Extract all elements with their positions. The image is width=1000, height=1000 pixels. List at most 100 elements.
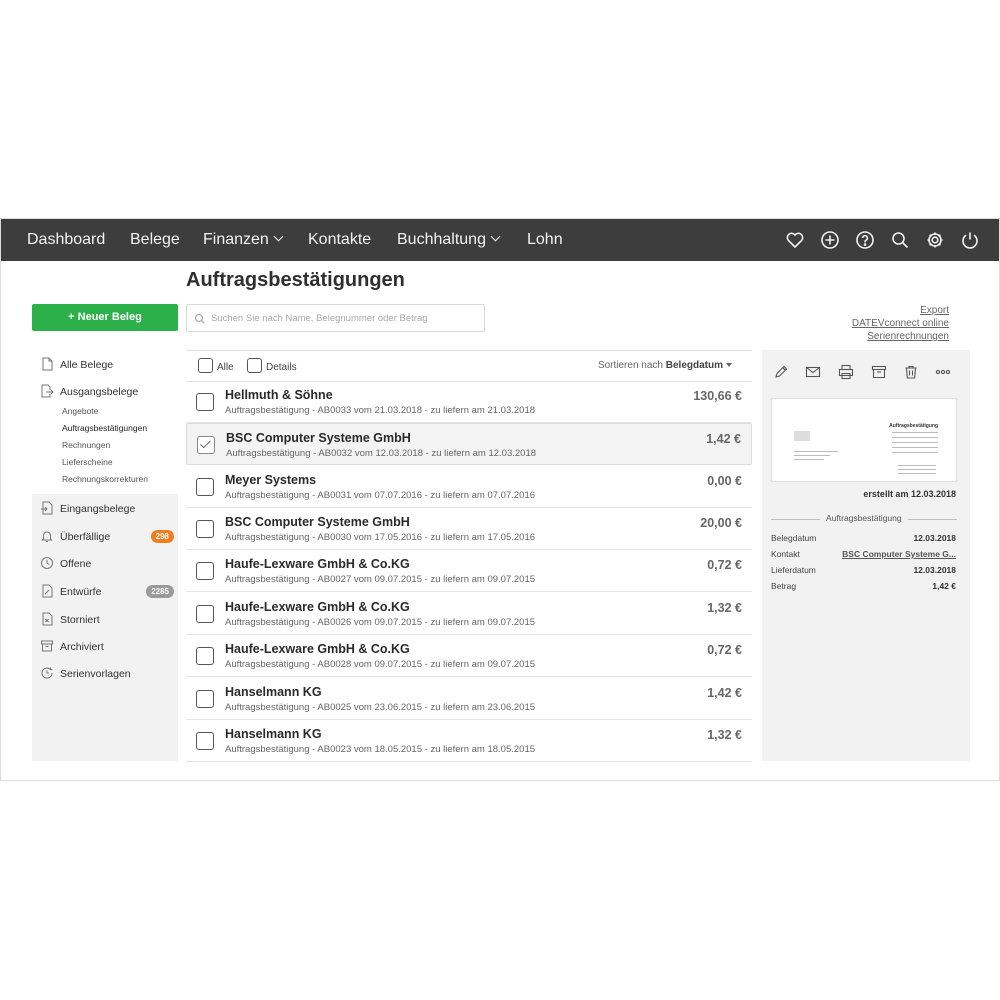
row-amount: 1,32 € bbox=[707, 601, 742, 615]
sidebar-item-alle-belege[interactable]: Alle Belege bbox=[32, 352, 178, 378]
table-row[interactable]: Haufe-Lexware GmbH & Co.KG Auftragsbestät… bbox=[186, 593, 752, 635]
preview-line bbox=[892, 447, 938, 448]
sidebar-item-archiviert[interactable]: Archiviert bbox=[32, 634, 178, 660]
sidebar-item-entwuerfe[interactable]: Entwürfe 2285 bbox=[32, 579, 178, 605]
row-contact-name: Haufe-Lexware GmbH & Co.KG bbox=[225, 557, 410, 571]
row-checkbox[interactable] bbox=[196, 690, 214, 708]
table-row[interactable]: Hanselmann KG Auftragsbestätigung - AB002… bbox=[186, 720, 752, 762]
power-icon[interactable] bbox=[960, 230, 980, 250]
table-row[interactable]: Haufe-Lexware GmbH & Co.KG Auftragsbestät… bbox=[186, 550, 752, 592]
sidebar-subitem-auftragsbestaetigungen[interactable]: Auftragsbestätigungen bbox=[62, 423, 147, 433]
created-date: erstellt am 12.03.2018 bbox=[863, 489, 956, 499]
pencil-icon[interactable] bbox=[773, 364, 789, 380]
row-amount: 1,42 € bbox=[707, 686, 742, 700]
row-checkbox[interactable] bbox=[196, 562, 214, 580]
sidebar-item-offene[interactable]: Offene bbox=[32, 551, 178, 577]
archive-icon bbox=[40, 639, 54, 653]
preview-line bbox=[794, 459, 824, 460]
row-contact-name: BSC Computer Systeme GmbH bbox=[225, 515, 410, 529]
details-checkbox[interactable] bbox=[247, 358, 262, 373]
sort-prefix: Sortieren nach bbox=[597, 360, 663, 371]
export-link[interactable]: Export bbox=[920, 305, 949, 316]
nav-dashboard[interactable]: Dashboard bbox=[27, 219, 105, 261]
document-preview-thumbnail[interactable]: Auftragsbestätigung bbox=[771, 398, 957, 482]
nav-buchhaltung[interactable]: Buchhaltung bbox=[397, 219, 501, 261]
sidebar-item-eingangsbelege[interactable]: Eingangsbelege bbox=[32, 496, 178, 522]
select-all-checkbox[interactable] bbox=[198, 358, 213, 373]
serienrechnungen-link[interactable]: Serienrechnungen bbox=[867, 331, 949, 342]
row-checkbox[interactable] bbox=[196, 647, 214, 665]
preview-line bbox=[892, 432, 938, 433]
table-row[interactable]: Haufe-Lexware GmbH & Co.KG Auftragsbestät… bbox=[186, 635, 752, 677]
select-all-label: Alle bbox=[217, 362, 234, 373]
preview-line bbox=[794, 451, 838, 452]
draft-icon bbox=[40, 584, 54, 598]
table-row[interactable]: Hellmuth & Söhne Auftragsbestätigung - AB… bbox=[186, 381, 752, 423]
sidebar-item-storniert[interactable]: Storniert bbox=[32, 607, 178, 633]
printer-icon[interactable] bbox=[838, 364, 854, 380]
nav-lohn[interactable]: Lohn bbox=[527, 219, 563, 261]
row-document-description: Auftragsbestätigung - AB0033 vom 21.03.2… bbox=[225, 405, 536, 416]
row-checkbox[interactable] bbox=[196, 393, 214, 411]
caret-down-icon bbox=[726, 363, 732, 367]
recurring-icon bbox=[40, 666, 54, 680]
search-input[interactable] bbox=[209, 308, 481, 328]
nav-kontakte[interactable]: Kontakte bbox=[308, 219, 371, 261]
table-row[interactable]: BSC Computer Systeme GmbH Auftragsbestäti… bbox=[186, 508, 752, 550]
sidebar-item-ueberfaellige[interactable]: Überfällige 298 bbox=[32, 524, 178, 550]
document-icon bbox=[40, 357, 54, 371]
outgoing-document-icon bbox=[40, 384, 54, 398]
plus-circle-icon[interactable] bbox=[820, 230, 840, 250]
mail-icon[interactable] bbox=[805, 364, 821, 380]
row-document-description: Auftragsbestätigung - AB0030 vom 17.05.2… bbox=[225, 532, 536, 543]
sort-dropdown[interactable]: Sortieren nach Belegdatum bbox=[598, 360, 732, 371]
sidebar-item-ausgangsbelege[interactable]: Ausgangsbelege bbox=[32, 379, 178, 405]
sidebar-subitem-rechnungen[interactable]: Rechnungen bbox=[62, 440, 110, 450]
row-contact-name: Haufe-Lexware GmbH & Co.KG bbox=[225, 642, 410, 656]
preview-line bbox=[892, 437, 938, 438]
row-checkbox[interactable] bbox=[196, 732, 214, 750]
meta-value-betrag: 1,42 € bbox=[932, 581, 956, 591]
page-title: Auftragsbestätigungen bbox=[186, 269, 405, 291]
archive-box-icon[interactable] bbox=[871, 364, 887, 380]
new-document-button[interactable]: + Neuer Beleg bbox=[32, 304, 178, 331]
nav-belege[interactable]: Belege bbox=[130, 219, 180, 261]
table-row[interactable]: Meyer Systems Auftragsbestätigung - AB003… bbox=[186, 466, 752, 508]
sidebar-subitem-lieferscheine[interactable]: Lieferscheine bbox=[62, 457, 113, 467]
row-checkbox[interactable] bbox=[196, 478, 214, 496]
meta-label-kontakt: Kontakt bbox=[771, 549, 800, 559]
row-document-description: Auftragsbestätigung - AB0031 vom 07.07.2… bbox=[225, 490, 536, 501]
trash-icon[interactable] bbox=[903, 364, 919, 380]
sidebar-subitem-rechnungskorrekturen[interactable]: Rechnungskorrekturen bbox=[62, 474, 148, 484]
row-checkbox[interactable] bbox=[197, 436, 215, 454]
chevron-down-icon bbox=[490, 231, 501, 242]
heart-icon[interactable] bbox=[785, 230, 805, 250]
preview-line bbox=[898, 473, 936, 474]
preview-line bbox=[794, 455, 830, 456]
sidebar-item-serienvorlagen[interactable]: Serienvorlagen bbox=[32, 661, 178, 687]
search-icon[interactable] bbox=[890, 230, 910, 250]
gear-icon[interactable] bbox=[925, 230, 945, 250]
sidebar: Alle Belege Ausgangsbelege Angebote Auft… bbox=[32, 350, 178, 761]
row-contact-name: Hellmuth & Söhne bbox=[225, 388, 333, 402]
help-icon[interactable] bbox=[855, 230, 875, 250]
row-checkbox[interactable] bbox=[196, 520, 214, 538]
row-document-description: Auftragsbestätigung - AB0027 vom 09.07.2… bbox=[225, 574, 536, 585]
more-icon[interactable] bbox=[935, 364, 951, 380]
row-document-description: Auftragsbestätigung - AB0026 vom 09.07.2… bbox=[225, 617, 536, 628]
nav-finanzen[interactable]: Finanzen bbox=[203, 219, 284, 261]
clock-icon bbox=[40, 556, 54, 570]
row-contact-name: Haufe-Lexware GmbH & Co.KG bbox=[225, 600, 410, 614]
preview-line bbox=[892, 452, 938, 453]
row-contact-name: Meyer Systems bbox=[225, 473, 317, 487]
preview-line bbox=[898, 469, 936, 470]
datev-connect-link[interactable]: DATEVconnect online bbox=[852, 318, 949, 329]
row-checkbox[interactable] bbox=[196, 605, 214, 623]
table-row[interactable]: Hanselmann KG Auftragsbestätigung - AB002… bbox=[186, 678, 752, 720]
overdue-count-badge: 298 bbox=[150, 530, 174, 543]
list-header: Alle Details Sortieren nach Belegdatum bbox=[186, 350, 752, 382]
table-row[interactable]: BSC Computer Systeme GmbH Auftragsbestäti… bbox=[186, 423, 752, 465]
sidebar-subitem-angebote[interactable]: Angebote bbox=[62, 406, 98, 416]
row-amount: 130,66 € bbox=[693, 389, 742, 403]
contact-link[interactable]: BSC Computer Systeme G... bbox=[842, 549, 956, 559]
